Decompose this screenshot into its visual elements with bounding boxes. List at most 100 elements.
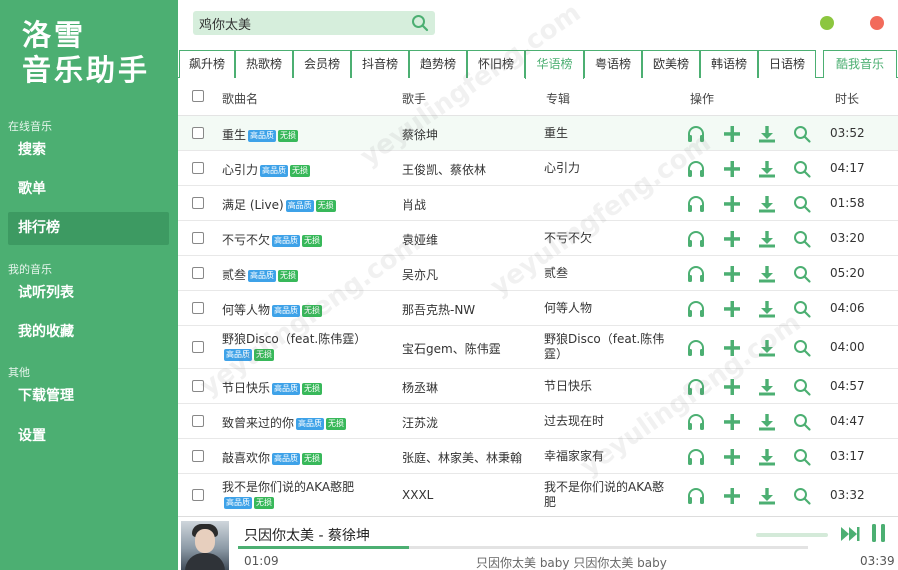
search-song-icon[interactable] [792,159,812,179]
singer[interactable]: XXXL [402,488,540,502]
search-song-icon[interactable] [792,338,812,358]
tab-douyin[interactable]: 抖音榜 [351,50,409,78]
tab-mandarin[interactable]: 华语榜 [525,50,584,79]
table-row[interactable]: 我不是你们说的AKA憨肥 高品质 无损 XXXL 我不是你们说的AKA憨肥 03:32 [178,474,898,517]
search-song-icon[interactable] [792,447,812,467]
search-song-icon[interactable] [792,299,812,319]
singer[interactable]: 肖战 [402,196,540,213]
add-icon[interactable] [722,377,742,397]
tab-vip[interactable]: 会员榜 [293,50,351,78]
singer[interactable]: 宝石gem、陈伟霆 [402,340,540,357]
table-row[interactable]: 不亏不欠 高品质 无损 袁娅维 不亏不欠 03:20 [178,221,898,256]
table-row[interactable]: 心引力 高品质 无损 王俊凯、蔡依林 心引力 04:17 [178,151,898,186]
search-icon[interactable] [411,14,429,32]
listen-icon[interactable] [686,412,706,432]
album[interactable]: 节日快乐 [544,379,669,394]
add-icon[interactable] [722,412,742,432]
download-icon[interactable] [757,299,777,319]
album[interactable]: 贰叁 [544,266,669,281]
row-checkbox[interactable] [192,450,204,462]
song-name[interactable]: 野狼Disco（feat.陈伟霆） 高品质 无损 [222,332,392,362]
listen-icon[interactable] [686,229,706,249]
song-name[interactable]: 何等人物 高品质 无损 [222,301,392,318]
minimize-button[interactable] [820,16,834,30]
sidebar-item-trial-list[interactable]: 试听列表 [8,277,169,310]
row-checkbox[interactable] [192,197,204,209]
album[interactable]: 重生 [544,126,669,141]
volume-slider[interactable] [756,533,828,537]
song-name[interactable]: 心引力 高品质 无损 [222,161,392,178]
sidebar-item-settings[interactable]: 设置 [8,420,169,453]
sidebar-item-playlist[interactable]: 歌单 [8,173,169,206]
tab-cantonese[interactable]: 粤语榜 [584,50,642,78]
search-song-icon[interactable] [792,194,812,214]
listen-icon[interactable] [686,124,706,144]
song-name[interactable]: 贰叁 高品质 无损 [222,266,392,283]
search-song-icon[interactable] [792,124,812,144]
listen-icon[interactable] [686,486,706,506]
table-row[interactable]: 何等人物 高品质 无损 那吾克热-NW 何等人物 04:06 [178,291,898,326]
listen-icon[interactable] [686,264,706,284]
row-checkbox[interactable] [192,127,204,139]
search-song-icon[interactable] [792,229,812,249]
album[interactable]: 我不是你们说的AKA憨肥 [544,480,669,510]
listen-icon[interactable] [686,299,706,319]
row-checkbox[interactable] [192,489,204,501]
tab-japanese[interactable]: 日语榜 [758,50,816,78]
album[interactable]: 幸福家家有 [544,449,669,464]
table-row[interactable]: 致曾来过的你 高品质 无损 汪苏泷 过去现在时 04:47 [178,404,898,439]
add-icon[interactable] [722,194,742,214]
song-name[interactable]: 致曾来过的你 高品质 无损 [222,414,392,431]
song-name[interactable]: 敲喜欢你 高品质 无损 [222,449,392,466]
add-icon[interactable] [722,338,742,358]
song-name[interactable]: 重生 高品质 无损 [222,126,392,143]
row-checkbox[interactable] [192,415,204,427]
sidebar-item-downloads[interactable]: 下载管理 [8,380,169,413]
album[interactable]: 过去现在时 [544,414,669,429]
tab-trend[interactable]: 趋势榜 [409,50,467,78]
listen-icon[interactable] [686,338,706,358]
sidebar-item-search[interactable]: 搜索 [8,134,169,167]
search-song-icon[interactable] [792,264,812,284]
download-icon[interactable] [757,124,777,144]
table-row[interactable]: 重生 高品质 无损 蔡徐坤 重生 03:52 [178,116,898,151]
search-song-icon[interactable] [792,412,812,432]
album[interactable]: 何等人物 [544,301,669,316]
listen-icon[interactable] [686,194,706,214]
select-all-checkbox[interactable] [192,90,204,102]
add-icon[interactable] [722,486,742,506]
add-icon[interactable] [722,159,742,179]
row-checkbox[interactable] [192,267,204,279]
singer[interactable]: 王俊凯、蔡依林 [402,161,540,178]
add-icon[interactable] [722,229,742,249]
search-input[interactable] [199,13,399,33]
listen-icon[interactable] [686,377,706,397]
download-icon[interactable] [757,194,777,214]
next-track-icon[interactable] [840,525,860,546]
singer[interactable]: 蔡徐坤 [402,126,540,143]
singer[interactable]: 杨丞琳 [402,379,540,396]
singer[interactable]: 张庭、林家美、林秉翰 [402,449,540,466]
progress-bar[interactable] [238,546,808,549]
album-cover[interactable] [181,521,229,570]
album[interactable]: 不亏不欠 [544,231,669,246]
tab-source-kuwo[interactable]: 酷我音乐 [823,50,897,78]
add-icon[interactable] [722,124,742,144]
table-row[interactable]: 节日快乐 高品质 无损 杨丞琳 节日快乐 04:57 [178,369,898,404]
add-icon[interactable] [722,447,742,467]
song-name[interactable]: 满足 (Live) 高品质 无损 [222,196,392,213]
table-row[interactable]: 野狼Disco（feat.陈伟霆） 高品质 无损 宝石gem、陈伟霆 野狼Disco（f… [178,326,898,369]
album[interactable]: 心引力 [544,161,669,176]
search-song-icon[interactable] [792,377,812,397]
song-name[interactable]: 我不是你们说的AKA憨肥 高品质 无损 [222,480,392,510]
row-checkbox[interactable] [192,302,204,314]
row-checkbox[interactable] [192,341,204,353]
row-checkbox[interactable] [192,380,204,392]
download-icon[interactable] [757,486,777,506]
singer[interactable]: 吴亦凡 [402,266,540,283]
download-icon[interactable] [757,377,777,397]
download-icon[interactable] [757,447,777,467]
song-name[interactable]: 节日快乐 高品质 无损 [222,379,392,396]
tab-western[interactable]: 欧美榜 [642,50,700,78]
download-icon[interactable] [757,338,777,358]
